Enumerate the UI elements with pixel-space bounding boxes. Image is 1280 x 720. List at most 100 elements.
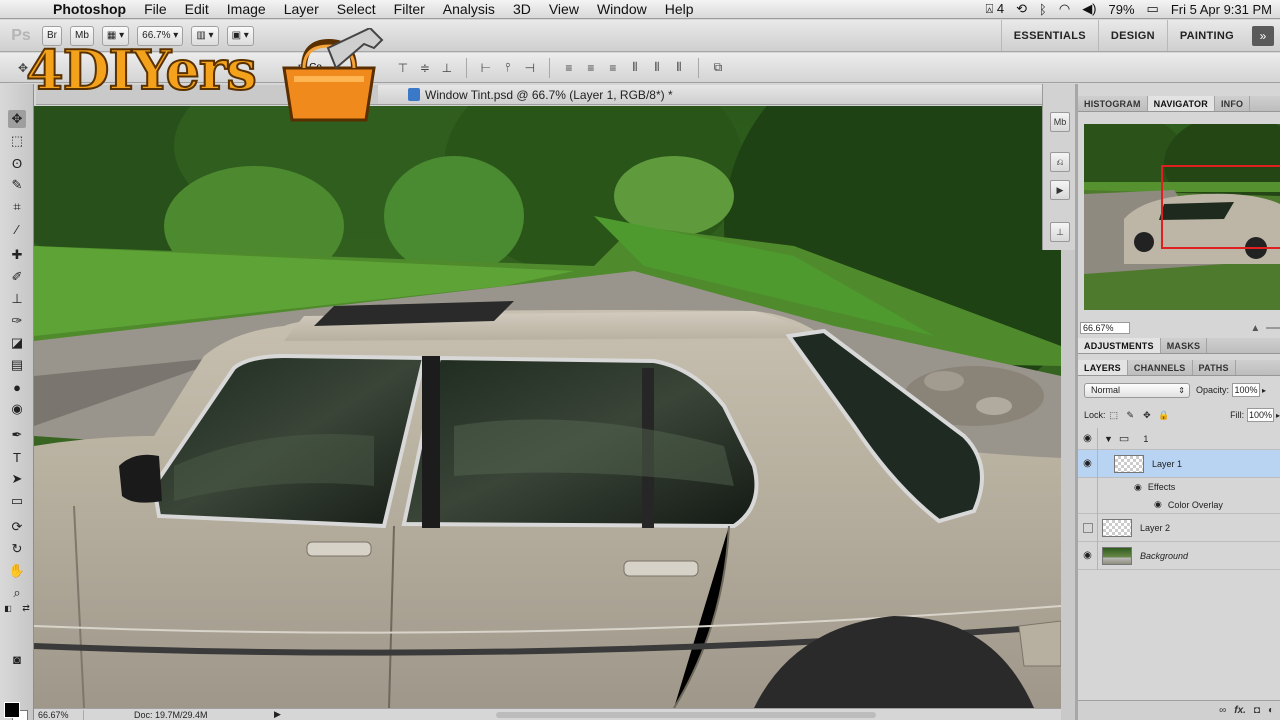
distribute-right-icon[interactable]: ⦀ (670, 60, 688, 75)
tab-histogram[interactable]: HISTOGRAM (1078, 96, 1148, 111)
type-tool-icon[interactable]: T (8, 448, 26, 466)
menu-file[interactable]: File (135, 1, 176, 17)
battery-percent[interactable]: 79% (1109, 2, 1135, 17)
navigator-zoom-slider[interactable] (1266, 327, 1280, 329)
distribute-left-icon[interactable]: ⦀ (626, 60, 644, 75)
tab-paths[interactable]: PATHS (1193, 360, 1236, 375)
quick-mask-icon[interactable]: ◙ (8, 650, 26, 668)
visibility-toggle-off[interactable] (1078, 513, 1098, 542)
fill-input[interactable]: 100% (1247, 408, 1274, 422)
lock-transparent-icon[interactable]: ⬚ (1109, 410, 1120, 421)
pen-tool-icon[interactable]: ✒ (8, 426, 26, 444)
adjustment-layer-icon[interactable]: ◐ (1268, 705, 1274, 716)
blend-mode-select[interactable]: Normal ⇕ (1084, 382, 1190, 398)
clone-stamp-tool-icon[interactable]: ⊥ (8, 290, 26, 308)
tab-navigator[interactable]: NAVIGATOR (1147, 96, 1215, 111)
distribute-hcenter-icon[interactable]: ⦀ (648, 60, 666, 75)
menu-photoshop[interactable]: Photoshop (44, 1, 135, 17)
opacity-slider-arrow-icon[interactable]: ▸ (1262, 386, 1266, 395)
history-brush-tool-icon[interactable]: ✑ (8, 312, 26, 330)
distribute-bottom-icon[interactable]: ≡ (604, 61, 622, 75)
distribute-vcenter-icon[interactable]: ≡ (582, 61, 600, 75)
menu-analysis[interactable]: Analysis (434, 1, 504, 17)
layer-row-effects[interactable]: ◉ Effects (1078, 478, 1280, 496)
quick-select-tool-icon[interactable]: ✎ (8, 176, 26, 194)
dodge-tool-icon[interactable]: ◉ (8, 400, 26, 418)
lock-image-icon[interactable]: ✎ (1125, 410, 1136, 421)
marquee-tool-icon[interactable]: ⬚ (8, 132, 26, 150)
foreground-color-swatch[interactable] (4, 702, 20, 718)
battery-icon[interactable]: ▭ (1147, 1, 1159, 17)
visibility-eye-icon[interactable]: ◉ (1078, 427, 1098, 450)
layer-row-color-overlay[interactable]: ◉ Color Overlay (1078, 495, 1280, 514)
layer-style-fx-button[interactable]: fx. (1234, 705, 1246, 716)
clone-source-panel-icon[interactable]: ⊥ (1050, 222, 1070, 242)
tab-adjustments[interactable]: ADJUSTMENTS (1078, 338, 1161, 353)
blur-tool-icon[interactable]: ● (8, 378, 26, 396)
eraser-tool-icon[interactable]: ◪ (8, 334, 26, 352)
wifi-icon[interactable]: ◠ (1059, 1, 1070, 17)
workspace-painting[interactable]: PAINTING (1166, 20, 1246, 51)
3d-orbit-tool-icon[interactable]: ↻ (8, 540, 26, 558)
color-overlay-eye-icon[interactable]: ◉ (1154, 499, 1162, 510)
layer-row-group-1[interactable]: ◉ ▼ ▭ 1 (1078, 427, 1280, 450)
tab-channels[interactable]: CHANNELS (1128, 360, 1193, 375)
workspace-design[interactable]: DESIGN (1097, 20, 1167, 51)
lock-position-icon[interactable]: ✥ (1142, 410, 1153, 421)
effects-eye-icon[interactable]: ◉ (1134, 482, 1142, 493)
3d-rotate-tool-icon[interactable]: ⟳ (8, 518, 26, 536)
navigator-zoom-input[interactable]: 66.67% (1080, 322, 1131, 334)
lock-all-icon[interactable]: 🔒 (1158, 410, 1169, 421)
menu-edit[interactable]: Edit (176, 1, 218, 17)
workspace-essentials[interactable]: ESSENTIALS (1000, 20, 1098, 51)
menu-layer[interactable]: Layer (275, 1, 328, 17)
bluetooth-icon[interactable]: ᛒ (1039, 2, 1047, 17)
document-canvas[interactable] (34, 106, 1061, 708)
layer-row-layer-2[interactable]: Layer 2 (1078, 513, 1280, 542)
crop-tool-icon[interactable]: ⌗ (8, 198, 26, 216)
menu-window[interactable]: Window (588, 1, 656, 17)
status-menu-arrow-icon[interactable]: ▶ (274, 709, 286, 720)
status-zoom[interactable]: 66.67% (34, 709, 84, 720)
adobe-updater-icon[interactable]: ⍓ 4 (985, 1, 1004, 17)
actions-panel-icon[interactable]: ▶ (1050, 180, 1070, 200)
menu-help[interactable]: Help (656, 1, 703, 17)
navigator-thumbnail[interactable] (1084, 124, 1280, 310)
document-title-bar[interactable]: Window Tint.psd @ 66.7% (Layer 1, RGB/8*… (378, 85, 1042, 105)
menu-view[interactable]: View (540, 1, 588, 17)
brush-tool-icon[interactable]: ✐ (8, 268, 26, 286)
clock[interactable]: Fri 5 Apr 9:31 PM (1171, 2, 1272, 17)
visibility-eye-icon[interactable]: ◉ (1078, 541, 1098, 570)
auto-align-icon[interactable]: ⧉ (709, 60, 727, 75)
align-vcenter-icon[interactable]: ≑ (416, 61, 434, 75)
lasso-tool-icon[interactable]: ʘ (8, 154, 26, 172)
layer-row-layer-1[interactable]: ◉ Layer 1 (1078, 449, 1280, 478)
time-machine-icon[interactable]: ⟲ (1016, 1, 1027, 17)
more-workspaces-button[interactable]: » (1252, 25, 1274, 46)
eyedropper-tool-icon[interactable]: ⁄ (8, 220, 26, 238)
align-right-icon[interactable]: ⊣ (521, 61, 539, 75)
healing-brush-tool-icon[interactable]: ✚ (8, 246, 26, 264)
hand-tool-icon[interactable]: ✋ (8, 562, 26, 580)
tab-masks[interactable]: MASKS (1161, 338, 1208, 353)
mini-bridge-panel-icon[interactable]: Mb (1050, 112, 1070, 132)
align-hcenter-icon[interactable]: ⫯ (499, 60, 517, 75)
link-layers-icon[interactable]: ∞ (1219, 705, 1226, 716)
add-mask-icon[interactable]: ◘ (1254, 705, 1260, 716)
fill-slider-arrow-icon[interactable]: ▸ (1276, 411, 1280, 420)
align-left-icon[interactable]: ⊢ (477, 61, 495, 75)
swap-colors-icon[interactable]: ⇄ (20, 602, 32, 614)
path-selection-tool-icon[interactable]: ➤ (8, 470, 26, 488)
align-bottom-icon[interactable]: ⊥ (438, 61, 456, 75)
opacity-input[interactable]: 100% (1232, 383, 1261, 397)
menu-filter[interactable]: Filter (385, 1, 434, 17)
menu-select[interactable]: Select (328, 1, 385, 17)
tab-info[interactable]: INFO (1215, 96, 1251, 111)
shape-tool-icon[interactable]: ▭ (8, 492, 26, 510)
align-top-icon[interactable]: ⊤ (394, 61, 412, 75)
history-panel-icon[interactable]: ⎌ (1050, 152, 1070, 172)
menu-3d[interactable]: 3D (504, 1, 540, 17)
default-colors-icon[interactable]: ◧ (2, 602, 14, 614)
disclosure-triangle-icon[interactable]: ▼ (1104, 434, 1113, 444)
zoom-tool-icon[interactable]: ⌕ (8, 584, 26, 602)
